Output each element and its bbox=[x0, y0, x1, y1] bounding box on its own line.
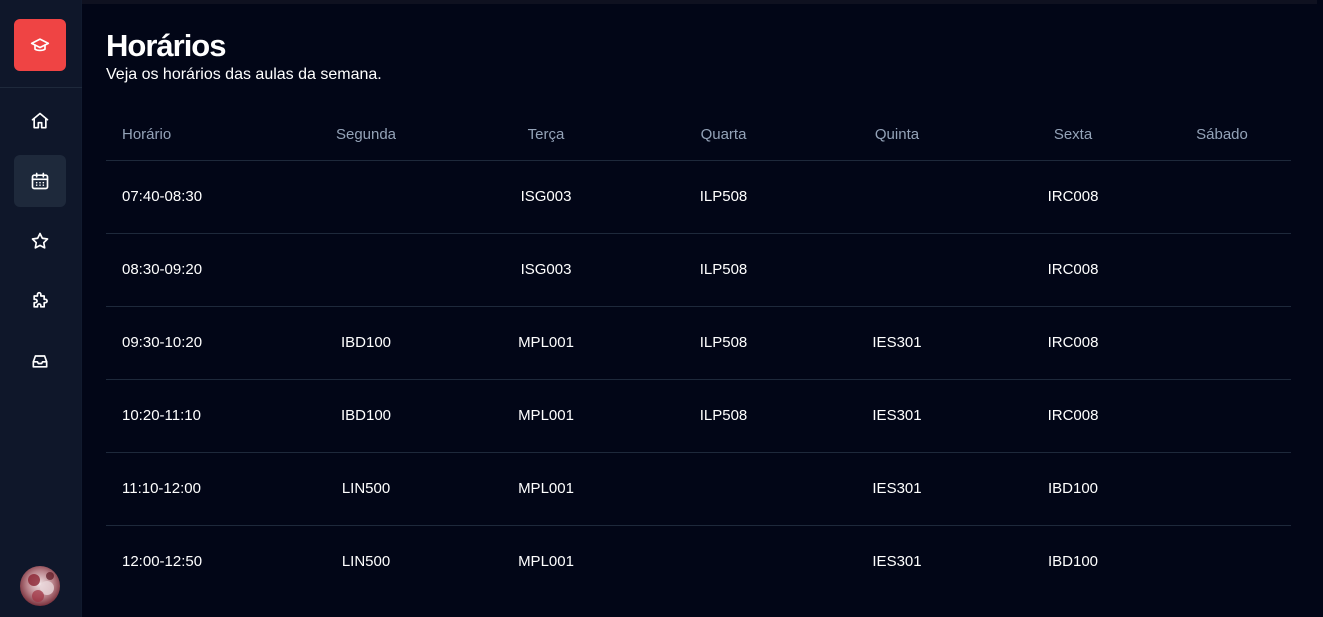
graduation-cap-icon bbox=[30, 38, 50, 52]
class-cell: IES301 bbox=[801, 379, 993, 453]
class-cell bbox=[1153, 452, 1291, 526]
column-header-thursday: Quinta bbox=[801, 110, 993, 161]
class-cell: ILP508 bbox=[646, 233, 801, 307]
class-cell bbox=[286, 233, 446, 307]
star-icon bbox=[31, 232, 49, 249]
table-row: 12:00-12:50 LIN500 MPL001 IES301 IBD100 bbox=[106, 525, 1291, 598]
schedule-table: Horário Segunda Terça Quarta Quinta Sext… bbox=[106, 110, 1291, 598]
column-header-monday: Segunda bbox=[286, 110, 446, 161]
class-cell: IES301 bbox=[872, 553, 922, 571]
sidebar-item-home[interactable] bbox=[14, 95, 66, 147]
inbox-icon bbox=[32, 355, 48, 368]
time-cell: 11:10-12:00 bbox=[106, 452, 286, 526]
class-cell: MPL001 bbox=[446, 452, 646, 526]
page-subtitle: Veja os horários das aulas da semana. bbox=[106, 66, 382, 83]
table-row: 09:30-10:20 IBD100 MPL001 ILP508 IES301 … bbox=[106, 306, 1291, 380]
time-cell: 09:30-10:20 bbox=[106, 306, 286, 380]
avatar-image bbox=[20, 566, 60, 606]
table-row: 11:10-12:00 LIN500 MPL001 IES301 IBD100 bbox=[106, 452, 1291, 526]
class-cell: IRC008 bbox=[993, 379, 1153, 453]
sidebar-item-favorites[interactable] bbox=[14, 215, 66, 267]
column-header-tuesday: Terça bbox=[446, 110, 646, 161]
column-header-friday: Sexta bbox=[993, 110, 1153, 161]
class-cell: IBD100 bbox=[286, 379, 446, 453]
sidebar bbox=[0, 0, 82, 617]
class-cell: ILP508 bbox=[646, 160, 801, 234]
class-cell: LIN500 bbox=[286, 452, 446, 526]
calendar-icon bbox=[31, 172, 49, 190]
sidebar-item-inbox[interactable] bbox=[14, 335, 66, 387]
table-row: 10:20-11:10 IBD100 MPL001 ILP508 IES301 … bbox=[106, 379, 1291, 453]
class-cell bbox=[1153, 379, 1291, 453]
table-header-row: Horário Segunda Terça Quarta Quinta Sext… bbox=[106, 110, 1291, 161]
scrollbar-track[interactable] bbox=[1317, 0, 1323, 617]
page-title: Horários bbox=[106, 28, 226, 63]
class-cell: IRC008 bbox=[993, 306, 1153, 380]
sidebar-item-extensions[interactable] bbox=[14, 275, 66, 327]
user-avatar[interactable] bbox=[20, 566, 60, 606]
class-cell bbox=[646, 525, 801, 598]
time-cell: 07:40-08:30 bbox=[106, 160, 286, 234]
app-root: Horários Veja os horários das aulas da s… bbox=[0, 0, 1323, 617]
class-cell bbox=[1153, 306, 1291, 380]
column-header-wednesday: Quarta bbox=[646, 110, 801, 161]
class-cell: ILP508 bbox=[646, 379, 801, 453]
time-cell: 10:20-11:10 bbox=[106, 379, 286, 453]
class-cell: ILP508 bbox=[646, 306, 801, 380]
class-cell: LIN500 bbox=[341, 553, 391, 571]
class-cell bbox=[1153, 525, 1291, 598]
class-cell bbox=[801, 160, 993, 234]
class-cell bbox=[646, 452, 801, 526]
class-cell bbox=[1153, 233, 1291, 307]
class-cell: MPL001 bbox=[446, 306, 646, 380]
class-cell: MPL001 bbox=[518, 553, 574, 571]
class-cell bbox=[1153, 160, 1291, 234]
class-cell: ISG003 bbox=[446, 160, 646, 234]
logo-button[interactable] bbox=[14, 19, 66, 71]
column-header-saturday: Sábado bbox=[1153, 110, 1291, 161]
sidebar-item-schedule[interactable] bbox=[14, 155, 66, 207]
table-row: 07:40-08:30 ISG003 ILP508 IRC008 bbox=[106, 160, 1291, 234]
main-content: Horários Veja os horários das aulas da s… bbox=[106, 0, 1291, 617]
class-cell: IBD100 bbox=[1047, 553, 1099, 571]
class-cell: MPL001 bbox=[446, 379, 646, 453]
class-cell bbox=[286, 160, 446, 234]
sidebar-divider bbox=[0, 87, 82, 88]
class-cell: IBD100 bbox=[993, 452, 1153, 526]
home-icon bbox=[31, 112, 49, 129]
table-row: 08:30-09:20 ISG003 ILP508 IRC008 bbox=[106, 233, 1291, 307]
class-cell: IRC008 bbox=[993, 233, 1153, 307]
class-cell bbox=[801, 233, 993, 307]
time-cell: 12:00-12:50 bbox=[122, 553, 203, 571]
puzzle-icon bbox=[33, 291, 48, 308]
class-cell: IBD100 bbox=[286, 306, 446, 380]
class-cell: IRC008 bbox=[993, 160, 1153, 234]
class-cell: IES301 bbox=[801, 306, 993, 380]
column-header-time: Horário bbox=[106, 110, 286, 161]
class-cell: IES301 bbox=[801, 452, 993, 526]
class-cell: ISG003 bbox=[446, 233, 646, 307]
time-cell: 08:30-09:20 bbox=[106, 233, 286, 307]
